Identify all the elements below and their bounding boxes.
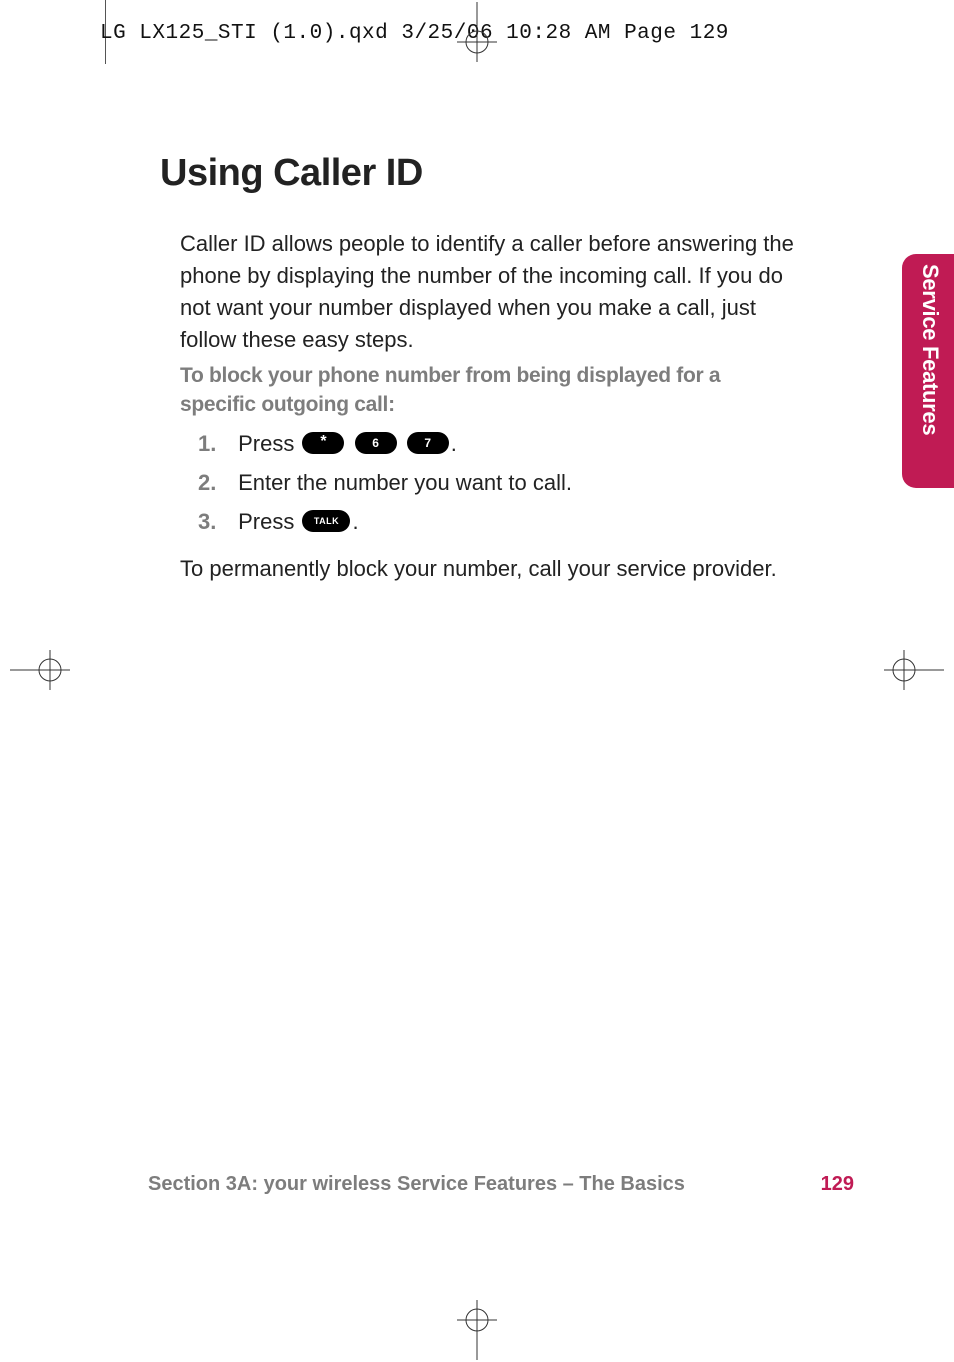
footer-page-number: 129 bbox=[821, 1173, 854, 1196]
key-talk-icon: TALK bbox=[302, 510, 350, 532]
key-6-icon: 6 bbox=[355, 432, 397, 454]
step-2: 2. Enter the number you want to call. bbox=[198, 470, 572, 496]
page-title: Using Caller ID bbox=[160, 152, 423, 195]
page-footer: Section 3A: your wireless Service Featur… bbox=[148, 1173, 894, 1196]
step-number: 1. bbox=[198, 431, 232, 457]
key-star-icon: * bbox=[302, 432, 344, 454]
closing-paragraph: To permanently block your number, call y… bbox=[180, 556, 777, 582]
step-text: Press TALK. bbox=[238, 509, 358, 534]
footer-section: Section 3A: your wireless Service Featur… bbox=[148, 1173, 685, 1195]
prepress-slug: LG LX125_STI (1.0).qxd 3/25/06 10:28 AM … bbox=[100, 22, 729, 45]
step-3: 3. Press TALK. bbox=[198, 509, 359, 535]
registration-mark-left bbox=[10, 650, 70, 690]
step-number: 3. bbox=[198, 509, 232, 535]
step-1: 1. Press * 6 7. bbox=[198, 431, 457, 457]
side-tab-label: Service Features bbox=[911, 264, 943, 478]
step-number: 2. bbox=[198, 470, 232, 496]
registration-mark-top bbox=[457, 2, 497, 62]
step-text-b: . bbox=[352, 509, 358, 534]
registration-mark-right bbox=[884, 650, 944, 690]
key-7-icon: 7 bbox=[407, 432, 449, 454]
registration-mark-bottom bbox=[457, 1300, 497, 1360]
step-text-a: Press bbox=[238, 431, 300, 456]
step-text: Press * 6 7. bbox=[238, 431, 457, 456]
intro-paragraph: Caller ID allows people to identify a ca… bbox=[180, 228, 800, 356]
step-text: Enter the number you want to call. bbox=[238, 470, 572, 495]
step-text-b: . bbox=[451, 431, 457, 456]
subheading: To block your phone number from being di… bbox=[180, 361, 780, 420]
step-text-a: Press bbox=[238, 509, 300, 534]
